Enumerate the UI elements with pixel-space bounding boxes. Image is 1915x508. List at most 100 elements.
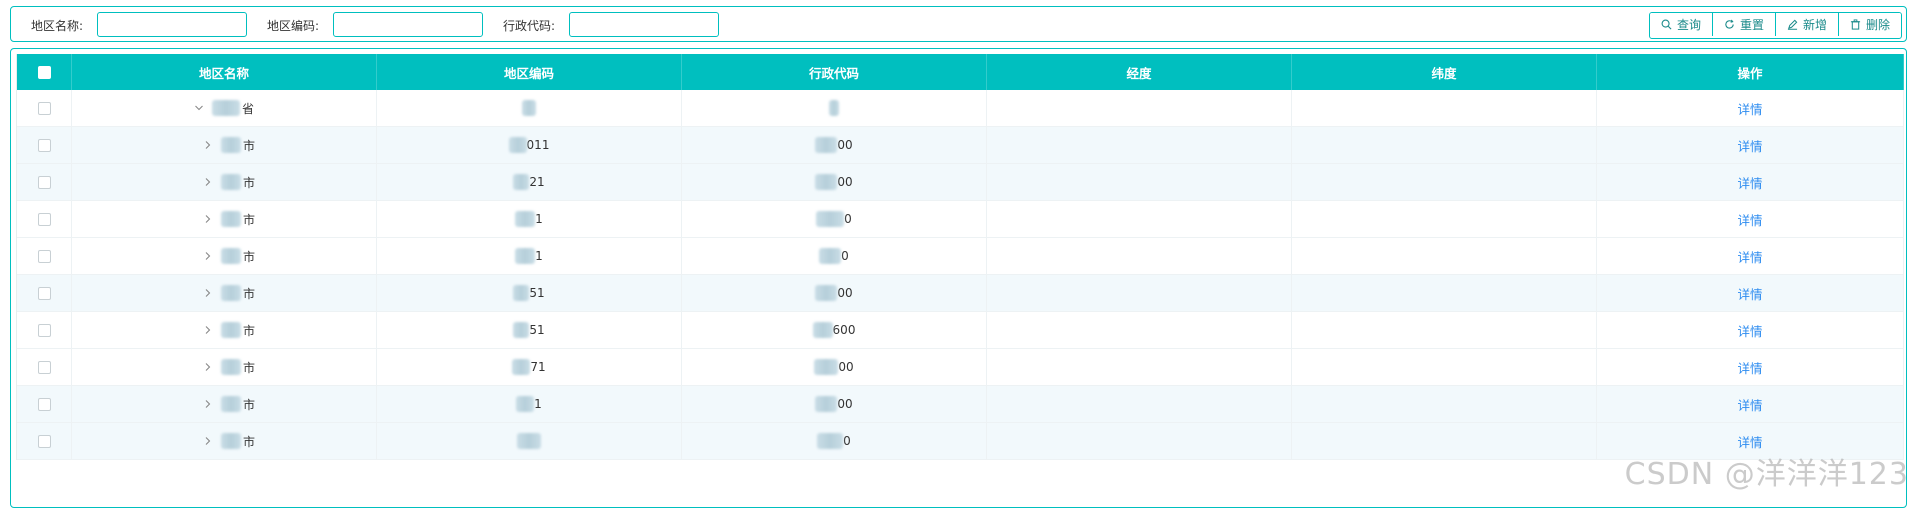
admin-code-input[interactable] [569, 12, 719, 37]
table-row[interactable]: 市 1 0 详情 [17, 238, 1904, 275]
redacted-block [515, 248, 536, 264]
cell-region-name: 市 [72, 312, 377, 348]
region-table: 地区名称 地区编码 行政代码 经度 纬度 操作 省 详情 市 011 00 详情… [16, 54, 1904, 460]
row-checkbox[interactable] [37, 360, 51, 374]
redacted-block [517, 433, 541, 449]
cell-actions: 详情 [1597, 275, 1904, 311]
cell-longitude [987, 201, 1292, 237]
table-body: 省 详情 市 011 00 详情 市 21 00 详情 市 1 0 详情 市 1… [17, 90, 1904, 460]
row-checkbox[interactable] [37, 323, 51, 337]
detail-link[interactable]: 详情 [1737, 358, 1762, 377]
region-name-text: 市 [242, 360, 255, 375]
table-row[interactable]: 市 71 00 详情 [17, 349, 1904, 386]
cell-longitude [987, 164, 1292, 200]
row-checkbox[interactable] [37, 286, 51, 300]
chevron-right-icon[interactable] [203, 325, 213, 335]
chevron-right-icon[interactable] [203, 362, 213, 372]
row-checkbox[interactable] [37, 249, 51, 263]
region-code-text: 21 [529, 175, 545, 189]
add-button[interactable]: 新增 [1774, 13, 1838, 36]
row-checkbox[interactable] [37, 101, 51, 115]
table-row[interactable]: 市 011 00 详情 [17, 127, 1904, 164]
cell-actions: 详情 [1597, 349, 1904, 385]
row-checkbox-cell [17, 423, 72, 459]
watermark: CSDN @洋洋洋123 [1624, 457, 1909, 492]
cell-actions: 详情 [1597, 90, 1904, 126]
table-row[interactable]: 市 21 00 详情 [17, 164, 1904, 201]
header-latitude[interactable]: 纬度 [1292, 54, 1597, 90]
row-checkbox[interactable] [37, 212, 51, 226]
detail-link[interactable]: 详情 [1737, 247, 1762, 266]
detail-link[interactable]: 详情 [1737, 173, 1762, 192]
cell-region-name: 市 [72, 386, 377, 422]
row-checkbox[interactable] [37, 397, 51, 411]
table-row[interactable]: 市 51 00 详情 [17, 275, 1904, 312]
cell-region-code: 011 [377, 127, 682, 163]
region-name-wrap: 市 [203, 137, 255, 154]
redacted-block [220, 359, 241, 375]
table-row[interactable]: 市 1 00 详情 [17, 386, 1904, 423]
chevron-right-icon[interactable] [203, 177, 213, 187]
region-name-text: 市 [242, 397, 255, 412]
header-longitude[interactable]: 经度 [987, 54, 1292, 90]
cell-region-code: 1 [377, 201, 682, 237]
row-checkbox[interactable] [37, 434, 51, 448]
row-checkbox[interactable] [37, 175, 51, 189]
detail-link[interactable]: 详情 [1737, 284, 1762, 303]
admin-code-text: 0 [844, 212, 852, 226]
region-name-input[interactable] [97, 12, 247, 37]
redacted-block [817, 433, 844, 449]
region-name-wrap: 市 [203, 396, 255, 413]
edit-icon [1787, 19, 1798, 30]
detail-link[interactable]: 详情 [1737, 395, 1762, 414]
region-name-text: 市 [242, 175, 255, 190]
detail-link[interactable]: 详情 [1737, 210, 1762, 229]
cell-admin-code: 00 [682, 164, 987, 200]
cell-region-name: 市 [72, 423, 377, 459]
row-checkbox[interactable] [37, 138, 51, 152]
chevron-right-icon[interactable] [203, 288, 213, 298]
redacted-block [220, 248, 241, 264]
row-checkbox-cell [17, 349, 72, 385]
detail-link[interactable]: 详情 [1737, 432, 1762, 451]
cell-region-code [377, 423, 682, 459]
region-name-wrap: 市 [203, 248, 255, 265]
region-name-wrap: 市 [203, 433, 255, 450]
detail-link[interactable]: 详情 [1737, 99, 1762, 118]
cell-region-code: 51 [377, 275, 682, 311]
chevron-right-icon[interactable] [203, 140, 213, 150]
header-region-code[interactable]: 地区编码 [377, 54, 682, 90]
region-name-text: 市 [242, 434, 255, 449]
table-row[interactable]: 省 详情 [17, 90, 1904, 127]
chevron-right-icon[interactable] [203, 436, 213, 446]
chevron-right-icon[interactable] [203, 251, 213, 261]
chevron-down-icon[interactable] [194, 103, 204, 113]
detail-link[interactable]: 详情 [1737, 321, 1762, 340]
cell-region-name: 市 [72, 349, 377, 385]
redacted-block [516, 396, 535, 412]
query-button[interactable]: 查询 [1649, 13, 1712, 36]
region-name-wrap: 市 [203, 359, 255, 376]
row-checkbox-cell [17, 164, 72, 200]
cell-region-name: 省 [72, 90, 377, 126]
detail-link[interactable]: 详情 [1737, 136, 1762, 155]
search-icon [1661, 19, 1672, 30]
cell-latitude [1292, 312, 1597, 348]
table-row[interactable]: 市 1 0 详情 [17, 201, 1904, 238]
header-region-name[interactable]: 地区名称 [72, 54, 377, 90]
row-checkbox-cell [17, 201, 72, 237]
delete-button[interactable]: 删除 [1837, 13, 1901, 36]
cell-longitude [987, 90, 1292, 126]
reset-button[interactable]: 重置 [1711, 13, 1775, 36]
chevron-right-icon[interactable] [203, 214, 213, 224]
chevron-right-icon[interactable] [203, 399, 213, 409]
region-code-input[interactable] [333, 12, 483, 37]
cell-admin-code: 00 [682, 127, 987, 163]
region-name-text: 市 [242, 212, 255, 227]
table-row[interactable]: 市 51 600 详情 [17, 312, 1904, 349]
filter-bar: 地区名称: 地区编码: 行政代码: 查询 重置 新增 删除 [10, 6, 1907, 42]
header-admin-code[interactable]: 行政代码 [682, 54, 987, 90]
redacted-block [211, 100, 240, 116]
table-row[interactable]: 市 0 详情 [17, 423, 1904, 460]
select-all-checkbox[interactable] [37, 65, 51, 79]
